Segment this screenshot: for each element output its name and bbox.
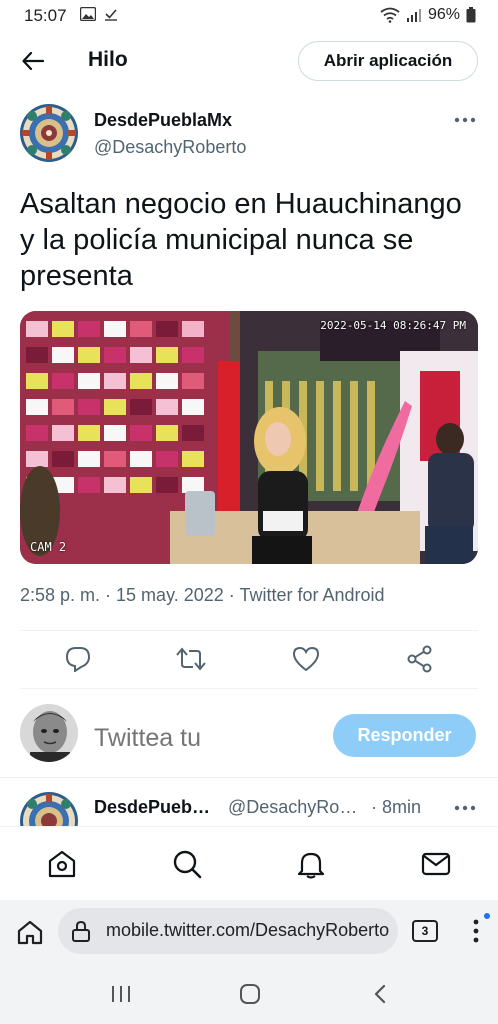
battery-percent: 96% [427, 6, 460, 23]
author-avatar[interactable] [20, 104, 78, 162]
recents-icon [112, 986, 130, 1002]
home-circle-icon [240, 984, 260, 1004]
nav-home[interactable] [45, 847, 79, 881]
status-bar: 15:07 96% [0, 0, 498, 32]
user-avatar[interactable] [20, 704, 78, 762]
like-button[interactable] [291, 644, 321, 674]
open-app-button[interactable]: Abrir aplicación [298, 41, 478, 81]
more-horizontal-icon [454, 805, 476, 811]
camera-timestamp: 2022-05-14 08:26:47 PM [320, 319, 466, 332]
browser-home-button[interactable] [16, 918, 44, 946]
explore-icon [173, 850, 202, 879]
more-options-button[interactable] [452, 110, 478, 130]
messages-icon [421, 852, 451, 876]
back-system-button[interactable] [366, 982, 394, 1006]
reply-input[interactable] [94, 718, 314, 758]
next-tweet-more-button[interactable] [452, 798, 478, 818]
browser-menu-button[interactable] [466, 916, 486, 946]
divider [20, 688, 478, 689]
divider [0, 777, 498, 778]
page-title: Hilo [88, 48, 128, 71]
cctv-store-scene [20, 311, 478, 564]
thread-header: Hilo Abrir aplicación [0, 32, 498, 90]
bottom-nav [0, 826, 498, 900]
update-badge [484, 913, 490, 919]
browser-home-icon [17, 920, 43, 945]
next-tweet-time: · 8min [371, 797, 422, 817]
lock-icon [72, 920, 90, 942]
arrow-left-icon [22, 52, 44, 70]
battery-icon [466, 7, 476, 23]
share-button[interactable] [405, 644, 435, 674]
home-system-button[interactable] [236, 982, 264, 1006]
nav-notifications[interactable] [294, 847, 328, 881]
author-name[interactable]: DesdePueblaMx [94, 110, 232, 131]
gallery-icon [80, 7, 96, 21]
nav-messages[interactable] [419, 847, 453, 881]
mosaic-avatar-image [20, 104, 78, 162]
recents-button[interactable] [107, 982, 135, 1006]
system-nav-bar [0, 962, 498, 1024]
status-right-group: 96% [380, 6, 476, 24]
user-photo [20, 704, 78, 762]
share-icon [407, 645, 432, 673]
author-handle[interactable]: @DesachyRoberto [94, 137, 246, 158]
url-text: mobile.twitter.com/DesachyRoberto [106, 920, 390, 940]
reply-icon [65, 647, 91, 672]
wifi-icon [380, 7, 400, 23]
tab-switcher-button[interactable]: 3 [412, 920, 438, 942]
more-vertical-icon [473, 919, 479, 943]
download-done-icon [105, 9, 117, 21]
status-notification-icons [80, 7, 118, 21]
back-button[interactable] [18, 46, 48, 76]
tweet-actions-bar [0, 640, 498, 680]
divider [20, 630, 478, 631]
signal-icon [406, 9, 421, 22]
status-time: 15:07 [24, 6, 67, 25]
tweet-media-image[interactable]: 2022-05-14 08:26:47 PM CAM 2 [20, 311, 478, 564]
like-icon [292, 646, 320, 672]
retweet-icon [176, 647, 206, 671]
more-horizontal-icon [454, 117, 476, 123]
nav-explore[interactable] [170, 847, 204, 881]
home-icon [48, 850, 76, 878]
reply-submit-button[interactable]: Responder [333, 714, 476, 757]
notifications-icon [297, 852, 325, 879]
camera-label: CAM 2 [30, 540, 67, 554]
browser-toolbar: mobile.twitter.com/DesachyRoberto 3 [0, 900, 498, 962]
retweet-button[interactable] [176, 644, 206, 674]
url-bar[interactable]: mobile.twitter.com/DesachyRoberto [58, 908, 398, 954]
next-tweet-author-name[interactable]: DesdePueb… [94, 797, 210, 818]
reply-button[interactable] [63, 644, 93, 674]
tweet-text: Asaltan negocio en Huauchinango y la pol… [20, 188, 462, 292]
tweet-timestamp-source: 2:58 p. m. · 15 may. 2022 · Twitter for … [20, 585, 385, 605]
chevron-left-icon [374, 984, 386, 1004]
next-tweet-author-handle[interactable]: @DesachyRo… [228, 797, 357, 818]
